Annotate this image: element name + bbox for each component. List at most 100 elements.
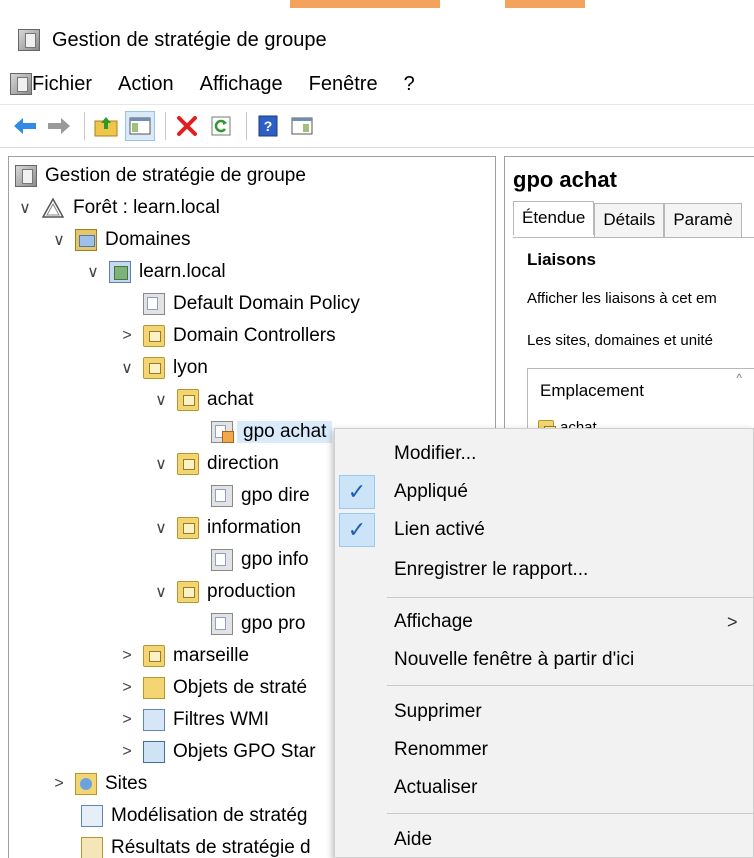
tree-starter-gpos[interactable]: > Objets GPO Star xyxy=(117,736,316,768)
tree-gpo-production[interactable]: gpo pro xyxy=(211,608,305,640)
delete-button[interactable] xyxy=(172,111,202,141)
back-arrow-icon xyxy=(14,118,36,134)
menu-separator xyxy=(387,813,754,814)
checkmark-icon: ✓ xyxy=(339,513,375,547)
refresh-button[interactable] xyxy=(206,111,236,141)
tree-gp-results[interactable]: Résultats de stratégie d xyxy=(81,832,311,858)
chevron-down-icon[interactable]: ∨ xyxy=(117,358,137,378)
svg-text:?: ? xyxy=(264,118,273,134)
chevron-down-icon[interactable]: ∨ xyxy=(151,582,171,602)
chevron-right-icon[interactable]: > xyxy=(49,775,69,793)
toolbar-separator xyxy=(165,112,166,140)
chevron-down-icon[interactable]: ∨ xyxy=(151,518,171,538)
chevron-right-icon: > xyxy=(727,611,738,632)
links-description: Les sites, domaines et unité xyxy=(527,332,713,349)
chevron-down-icon[interactable]: ∨ xyxy=(49,230,69,250)
chevron-down-icon[interactable]: ∨ xyxy=(151,454,171,474)
tree-ou-lyon[interactable]: ∨ lyon xyxy=(117,352,208,384)
menu-separator xyxy=(387,597,754,598)
forward-button[interactable] xyxy=(44,111,74,141)
tree-root[interactable]: Gestion de stratégie de groupe xyxy=(15,160,306,192)
tree-ou-marseille[interactable]: > marseille xyxy=(117,640,249,672)
delete-icon xyxy=(177,116,197,136)
help-button[interactable]: ? xyxy=(253,111,283,141)
gpo-link-icon xyxy=(211,549,233,571)
ou-icon xyxy=(177,517,199,539)
tree-gpo-direction[interactable]: gpo dire xyxy=(211,480,310,512)
menu-bar: Fichier Action Affichage Fenêtre ? xyxy=(0,66,754,102)
background-window-strip xyxy=(0,0,754,12)
tree-domain-learn-local[interactable]: ∨ learn.local xyxy=(83,256,226,288)
console-tree-icon xyxy=(129,117,151,135)
forest-icon xyxy=(41,197,65,218)
details-tabs: Étendue Détails Paramè xyxy=(513,201,742,237)
tree-domain-controllers[interactable]: > Domain Controllers xyxy=(117,320,336,352)
domains-folder-icon xyxy=(75,229,97,251)
chevron-down-icon[interactable]: ∨ xyxy=(15,198,35,218)
tree-gpo-information[interactable]: gpo info xyxy=(211,544,309,576)
back-button[interactable] xyxy=(10,111,40,141)
ou-icon xyxy=(177,581,199,603)
menu-fenetre[interactable]: Fenêtre xyxy=(309,73,378,96)
menu-fichier[interactable]: Fichier xyxy=(32,73,92,96)
tab-parametres[interactable]: Paramè xyxy=(664,203,742,237)
menu-item-modifier[interactable]: Modifier... xyxy=(335,435,754,473)
tree-forest[interactable]: ∨ Forêt : learn.local xyxy=(15,192,220,224)
tree-gpo-achat[interactable]: gpo achat xyxy=(211,416,333,448)
menu-item-lien-active[interactable]: ✓ Lien activé xyxy=(335,511,754,549)
wmi-filter-icon xyxy=(143,709,165,731)
gpo-link-icon xyxy=(211,613,233,635)
menu-item-supprimer[interactable]: Supprimer xyxy=(335,693,754,731)
chevron-right-icon[interactable]: > xyxy=(117,743,137,761)
tree-gp-modeling[interactable]: Modélisation de stratég xyxy=(81,800,307,832)
tree-ou-information[interactable]: ∨ information xyxy=(151,512,301,544)
sites-icon xyxy=(75,773,97,795)
details-title: gpo achat xyxy=(513,167,617,192)
menu-item-nouvelle-fenetre[interactable]: Nouvelle fenêtre à partir d'ici xyxy=(335,641,754,679)
tree-ou-production[interactable]: ∨ production xyxy=(151,576,296,608)
menu-item-applique[interactable]: ✓ Appliqué xyxy=(335,473,754,511)
properties-button[interactable] xyxy=(287,111,317,141)
menu-item-renommer[interactable]: Renommer xyxy=(335,731,754,769)
ou-icon xyxy=(143,325,165,347)
menu-item-actualiser[interactable]: Actualiser xyxy=(335,769,754,807)
up-one-level-button[interactable] xyxy=(91,111,121,141)
chevron-down-icon[interactable]: ∨ xyxy=(83,262,103,282)
starter-gpo-icon xyxy=(143,741,165,763)
tree-default-domain-policy[interactable]: Default Domain Policy xyxy=(143,288,360,320)
menu-separator xyxy=(387,685,754,686)
show-hide-console-tree-button[interactable] xyxy=(125,111,155,141)
tab-details[interactable]: Détails xyxy=(594,203,665,237)
context-menu: Modifier... ✓ Appliqué ✓ Lien activé Enr… xyxy=(334,428,754,858)
ou-icon xyxy=(143,357,165,379)
tree-ou-direction[interactable]: ∨ direction xyxy=(151,448,279,480)
toolbar: ? xyxy=(0,104,754,148)
chevron-down-icon[interactable]: ∨ xyxy=(151,390,171,410)
menu-help[interactable]: ? xyxy=(404,73,415,96)
chevron-right-icon[interactable]: > xyxy=(117,327,137,345)
tree-gpo-objects[interactable]: > Objets de straté xyxy=(117,672,307,704)
menu-item-affichage[interactable]: Affichage > xyxy=(335,603,754,641)
properties-icon xyxy=(291,117,313,135)
window-title: Gestion de stratégie de groupe xyxy=(52,28,327,51)
menu-affichage[interactable]: Affichage xyxy=(200,73,283,96)
ou-icon xyxy=(177,389,199,411)
chevron-right-icon[interactable]: > xyxy=(117,647,137,665)
tree-sites[interactable]: > Sites xyxy=(49,768,147,800)
gpo-objects-icon xyxy=(143,677,165,699)
column-emplacement[interactable]: Emplacement xyxy=(540,381,644,401)
tab-etendue[interactable]: Étendue xyxy=(513,201,595,235)
tree-domains[interactable]: ∨ Domaines xyxy=(49,224,191,256)
chevron-right-icon[interactable]: > xyxy=(117,711,137,729)
gpmc-icon xyxy=(15,165,37,187)
tree-ou-achat[interactable]: ∨ achat xyxy=(151,384,253,416)
chevron-right-icon[interactable]: > xyxy=(117,679,137,697)
checkmark-icon: ✓ xyxy=(339,475,375,509)
menu-item-aide[interactable]: Aide xyxy=(335,821,754,858)
tree-wmi-filters[interactable]: > Filtres WMI xyxy=(117,704,269,736)
menu-action[interactable]: Action xyxy=(118,73,174,96)
gpo-link-icon xyxy=(211,485,233,507)
system-menu-icon[interactable] xyxy=(10,73,32,95)
toolbar-separator xyxy=(246,112,247,140)
menu-item-enregistrer-rapport[interactable]: Enregistrer le rapport... xyxy=(335,551,754,589)
